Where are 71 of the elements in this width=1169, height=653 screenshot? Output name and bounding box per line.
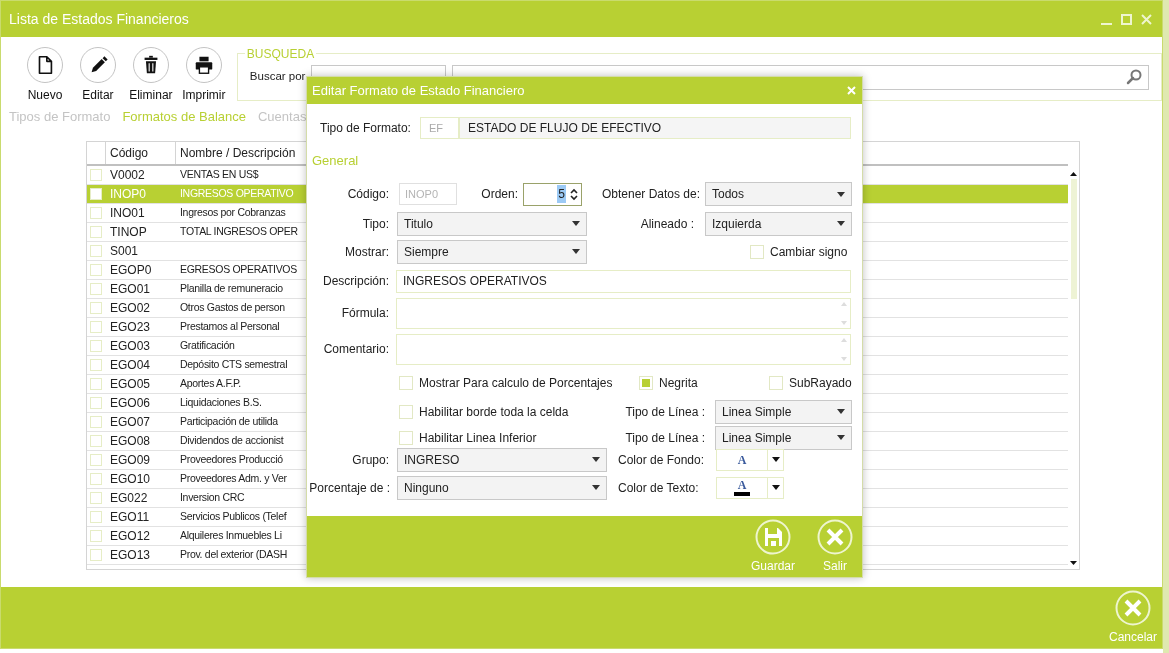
- checkbox-label: Habilitar borde toda la celda: [419, 403, 569, 421]
- field-label: Descripción:: [321, 273, 389, 290]
- table-cell-text: EGO10: [109, 471, 152, 488]
- table-cell-text: Alquileres Inmuebles Li: [179, 528, 282, 544]
- field-label: Porcentaje de :: [308, 479, 390, 497]
- field-label: Tipo:: [361, 215, 389, 233]
- table-cell-text: EGO13: [109, 547, 152, 564]
- field-label: Tipo de Línea :: [624, 403, 705, 421]
- table-cell-text: EGO08: [109, 433, 152, 450]
- field-label: Buscar por: [249, 69, 306, 85]
- color-glyph: A: [737, 479, 747, 491]
- table-cell-text: EG022: [109, 490, 149, 507]
- field-label: Color de Fondo:: [618, 451, 706, 469]
- table-cell-text: Ingresos por Cobranzas: [179, 205, 286, 221]
- field-label: Alineado :: [639, 215, 694, 233]
- checkbox-label: Mostrar Para calculo de Porcentajes: [419, 374, 613, 392]
- table-cell-text: EGO23: [109, 319, 152, 336]
- table-cell-text: Liquidaciones B.S.: [179, 395, 262, 411]
- field-label: Tipo de Formato:: [320, 120, 412, 137]
- table-cell-text: Depósito CTS semestral: [179, 357, 288, 373]
- table-cell-text: EGO05: [109, 376, 152, 393]
- dialog-title: Editar Formato de Estado Financiero: [312, 81, 525, 100]
- table-cell-text: Dividendos de accionist: [179, 433, 284, 449]
- table-cell-text: Prestamos al Personal: [179, 319, 280, 335]
- table-cell-text: EGO12: [109, 528, 152, 545]
- table-cell-text: TINOP: [109, 224, 148, 241]
- field-label: Comentario:: [322, 341, 389, 358]
- code-field: EF: [420, 117, 459, 139]
- table-cell-text: Gratificación: [179, 338, 235, 354]
- checkbox-label: Habilitar Linea Inferior: [419, 429, 537, 447]
- table-cell-text: EGO11: [109, 509, 151, 526]
- table-cell-text: Prov. del exterior (DASH: [179, 547, 287, 563]
- table-cell-text: EGO07: [109, 414, 152, 431]
- field-label: Código:: [346, 186, 389, 203]
- table-cell-text: EGOP0: [109, 262, 153, 279]
- table-cell-text: EGO04: [109, 357, 152, 374]
- table-cell-text: S001: [109, 243, 140, 260]
- field-label: Orden:: [480, 186, 518, 203]
- checkbox-label: SubRayado: [789, 374, 852, 392]
- color-glyph: A: [737, 453, 747, 466]
- table-cell-text: EGO02: [109, 300, 152, 317]
- field-label: Mostrar:: [344, 243, 389, 261]
- table-cell-text: EGO01: [109, 281, 152, 298]
- field-label: Grupo:: [351, 451, 389, 469]
- window-title: Lista de Estados Financieros: [9, 9, 189, 29]
- checkbox-label: Cambiar signo: [770, 243, 848, 261]
- table-cell-text: Otros Gastos de person: [179, 300, 285, 316]
- table-cell-text: INO01: [109, 205, 146, 222]
- table-cell-text: Proveedores Producció: [179, 452, 283, 468]
- table-cell-text: Participación de utilida: [179, 414, 278, 430]
- table-cell-text: EGO06: [109, 395, 152, 412]
- table-cell-text: VENTAS EN US$: [179, 167, 259, 183]
- table-cell-text: Planilla de remuneracio: [179, 281, 283, 297]
- field-label: Fórmula:: [340, 305, 389, 322]
- section-heading: General: [312, 152, 360, 170]
- field-label: Obtener Datos de:: [600, 186, 700, 203]
- field-label: Tipo de Línea :: [624, 429, 705, 447]
- input-field: INOP0: [399, 183, 457, 205]
- field-label: Color de Texto:: [618, 479, 700, 497]
- table-cell-text: Aportes A.F.P.: [179, 376, 241, 392]
- table-cell-text: INOP0: [109, 186, 147, 203]
- table-cell-text: EGO03: [109, 338, 152, 355]
- table-cell-text: Inversion CRC: [179, 490, 245, 506]
- table-cell-text: V0002: [109, 167, 146, 184]
- table-cell-text: TOTAL INGRESOS OPER: [179, 224, 298, 240]
- table-cell-text: EGRESOS OPERATIVOS: [179, 262, 297, 278]
- table-cell-text: INGRESOS OPERATIVO: [179, 186, 294, 202]
- table-cell-text: Servicios Publicos (Telef: [179, 509, 287, 525]
- checkbox-label: Negrita: [659, 374, 698, 392]
- table-cell-text: EGO09: [109, 452, 152, 469]
- table-cell-text: Proveedores Adm. y Ver: [179, 471, 287, 487]
